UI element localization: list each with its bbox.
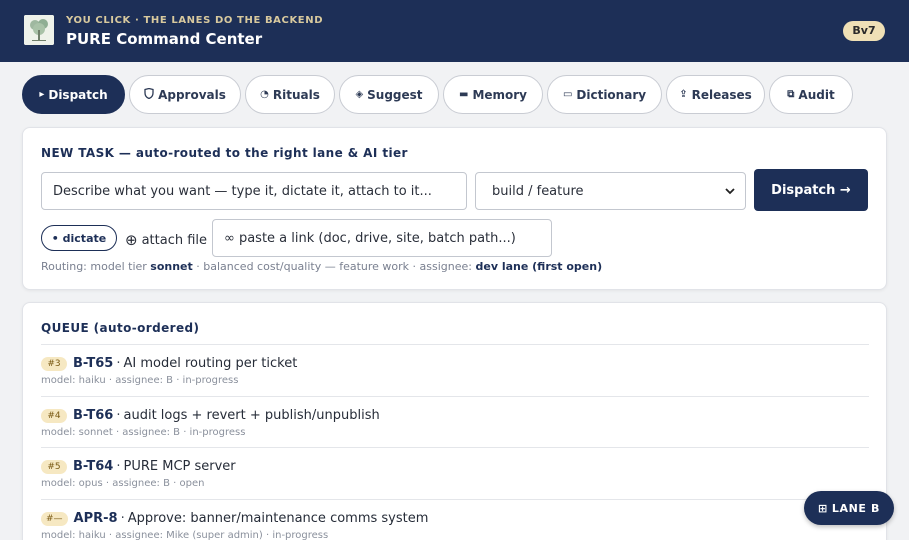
task-type-select[interactable]: build / feature — [475, 172, 746, 210]
tab-label: Rituals — [272, 87, 320, 102]
priority-badge: #5 — [41, 459, 67, 474]
ticket-title: audit logs + revert + publish/unpublish — [123, 408, 380, 423]
upload-icon: ⇪ — [679, 89, 688, 100]
ticket-meta: model: sonnet · assignee: B · in-progres… — [41, 427, 246, 438]
version-badge: Bv7 — [843, 21, 885, 41]
tab-approvals[interactable]: Approvals — [129, 75, 241, 114]
attach-icon: ⊕ — [125, 231, 138, 249]
queue-item[interactable]: #3 B-T65 · AI model routing per ticket m… — [41, 344, 869, 396]
dictate-button[interactable]: • dictate — [41, 225, 117, 251]
routing-tier: sonnet — [150, 260, 193, 273]
chevron-down-icon — [725, 184, 735, 199]
shield-icon — [144, 87, 154, 102]
separator: · — [120, 511, 125, 526]
tab-label: Suggest — [367, 87, 423, 102]
tab-suggest[interactable]: ◈ Suggest — [339, 75, 439, 114]
grid-icon: ⊞ — [818, 501, 828, 515]
copy-icon: ⧉ — [787, 89, 795, 100]
queue-item[interactable]: #5 B-T64 · PURE MCP server model: opus ·… — [41, 447, 869, 499]
lane-b-button[interactable]: ⊞ LANE B — [804, 491, 894, 525]
tab-memory[interactable]: ▬ Memory — [443, 75, 543, 114]
memory-icon: ▬ — [458, 89, 469, 100]
tab-audit[interactable]: ⧉ Audit — [769, 75, 853, 114]
ticket-title: AI model routing per ticket — [123, 356, 298, 371]
app-title: PURE Command Center — [66, 30, 263, 48]
tab-releases[interactable]: ⇪ Releases — [666, 75, 765, 114]
tab-label: Dispatch — [48, 87, 108, 102]
tab-label: Releases — [691, 87, 752, 102]
routing-info: Routing: model tier sonnet · balanced co… — [41, 260, 602, 273]
separator: · — [116, 408, 121, 423]
link-input[interactable]: ∞ paste a link (doc, drive, site, batch … — [212, 219, 552, 257]
separator: · — [116, 356, 121, 371]
queue-heading: QUEUE (auto-ordered) — [41, 321, 200, 335]
ticket-id: B-T66 — [73, 408, 114, 423]
queue-card: QUEUE (auto-ordered) #3 B-T65 · AI model… — [22, 302, 887, 540]
dispatch-button[interactable]: Dispatch → — [754, 169, 868, 211]
new-task-card: NEW TASK — auto-routed to the right lane… — [22, 127, 887, 290]
ticket-id: B-T64 — [73, 459, 114, 474]
tab-dictionary[interactable]: ▭ Dictionary — [547, 75, 662, 114]
tab-rituals[interactable]: ◔ Rituals — [245, 75, 335, 114]
task-type-value: build / feature — [492, 183, 584, 199]
queue-item[interactable]: #— APR-8 · Approve: banner/maintenance c… — [41, 499, 869, 540]
clock-icon: ◔ — [260, 89, 269, 100]
ticket-id: APR-8 — [73, 511, 118, 526]
separator: · — [116, 459, 121, 474]
tab-label: Approvals — [158, 87, 226, 102]
play-icon: ▸ — [39, 89, 45, 100]
ticket-meta: model: haiku · assignee: B · in-progress — [41, 375, 239, 386]
routing-prefix: Routing: model tier — [41, 260, 151, 273]
new-task-heading: NEW TASK — auto-routed to the right lane… — [41, 146, 408, 160]
tab-dispatch[interactable]: ▸ Dispatch — [22, 75, 125, 114]
tree-logo-icon — [24, 15, 54, 45]
ticket-meta: model: opus · assignee: B · open — [41, 478, 205, 489]
lane-label: LANE B — [831, 501, 880, 515]
priority-badge: #— — [41, 511, 68, 526]
ticket-title: Approve: banner/maintenance comms system — [127, 511, 429, 526]
attach-label: attach file — [141, 232, 208, 248]
attach-file-button[interactable]: ⊕ attach file — [125, 231, 207, 249]
tab-label: Audit — [798, 87, 835, 102]
header-kicker: YOU CLICK · THE LANES DO THE BACKEND — [66, 15, 324, 26]
routing-assignee: dev lane (first open) — [475, 260, 603, 273]
priority-badge: #4 — [41, 408, 67, 423]
ticket-title: PURE MCP server — [123, 459, 236, 474]
priority-badge: #3 — [41, 356, 67, 371]
tab-label: Dictionary — [576, 87, 647, 102]
ticket-meta: model: haiku · assignee: Mike (super adm… — [41, 530, 329, 540]
queue-item[interactable]: #4 B-T66 · audit logs + revert + publish… — [41, 396, 869, 447]
book-icon: ▭ — [562, 89, 573, 100]
routing-middle: · balanced cost/quality — feature work ·… — [192, 260, 476, 273]
ticket-id: B-T65 — [73, 356, 114, 371]
top-header: YOU CLICK · THE LANES DO THE BACKEND PUR… — [0, 0, 909, 62]
tab-label: Memory — [472, 87, 528, 102]
task-description-input[interactable]: Describe what you want — type it, dictat… — [41, 172, 467, 210]
diamond-icon: ◈ — [355, 89, 364, 100]
